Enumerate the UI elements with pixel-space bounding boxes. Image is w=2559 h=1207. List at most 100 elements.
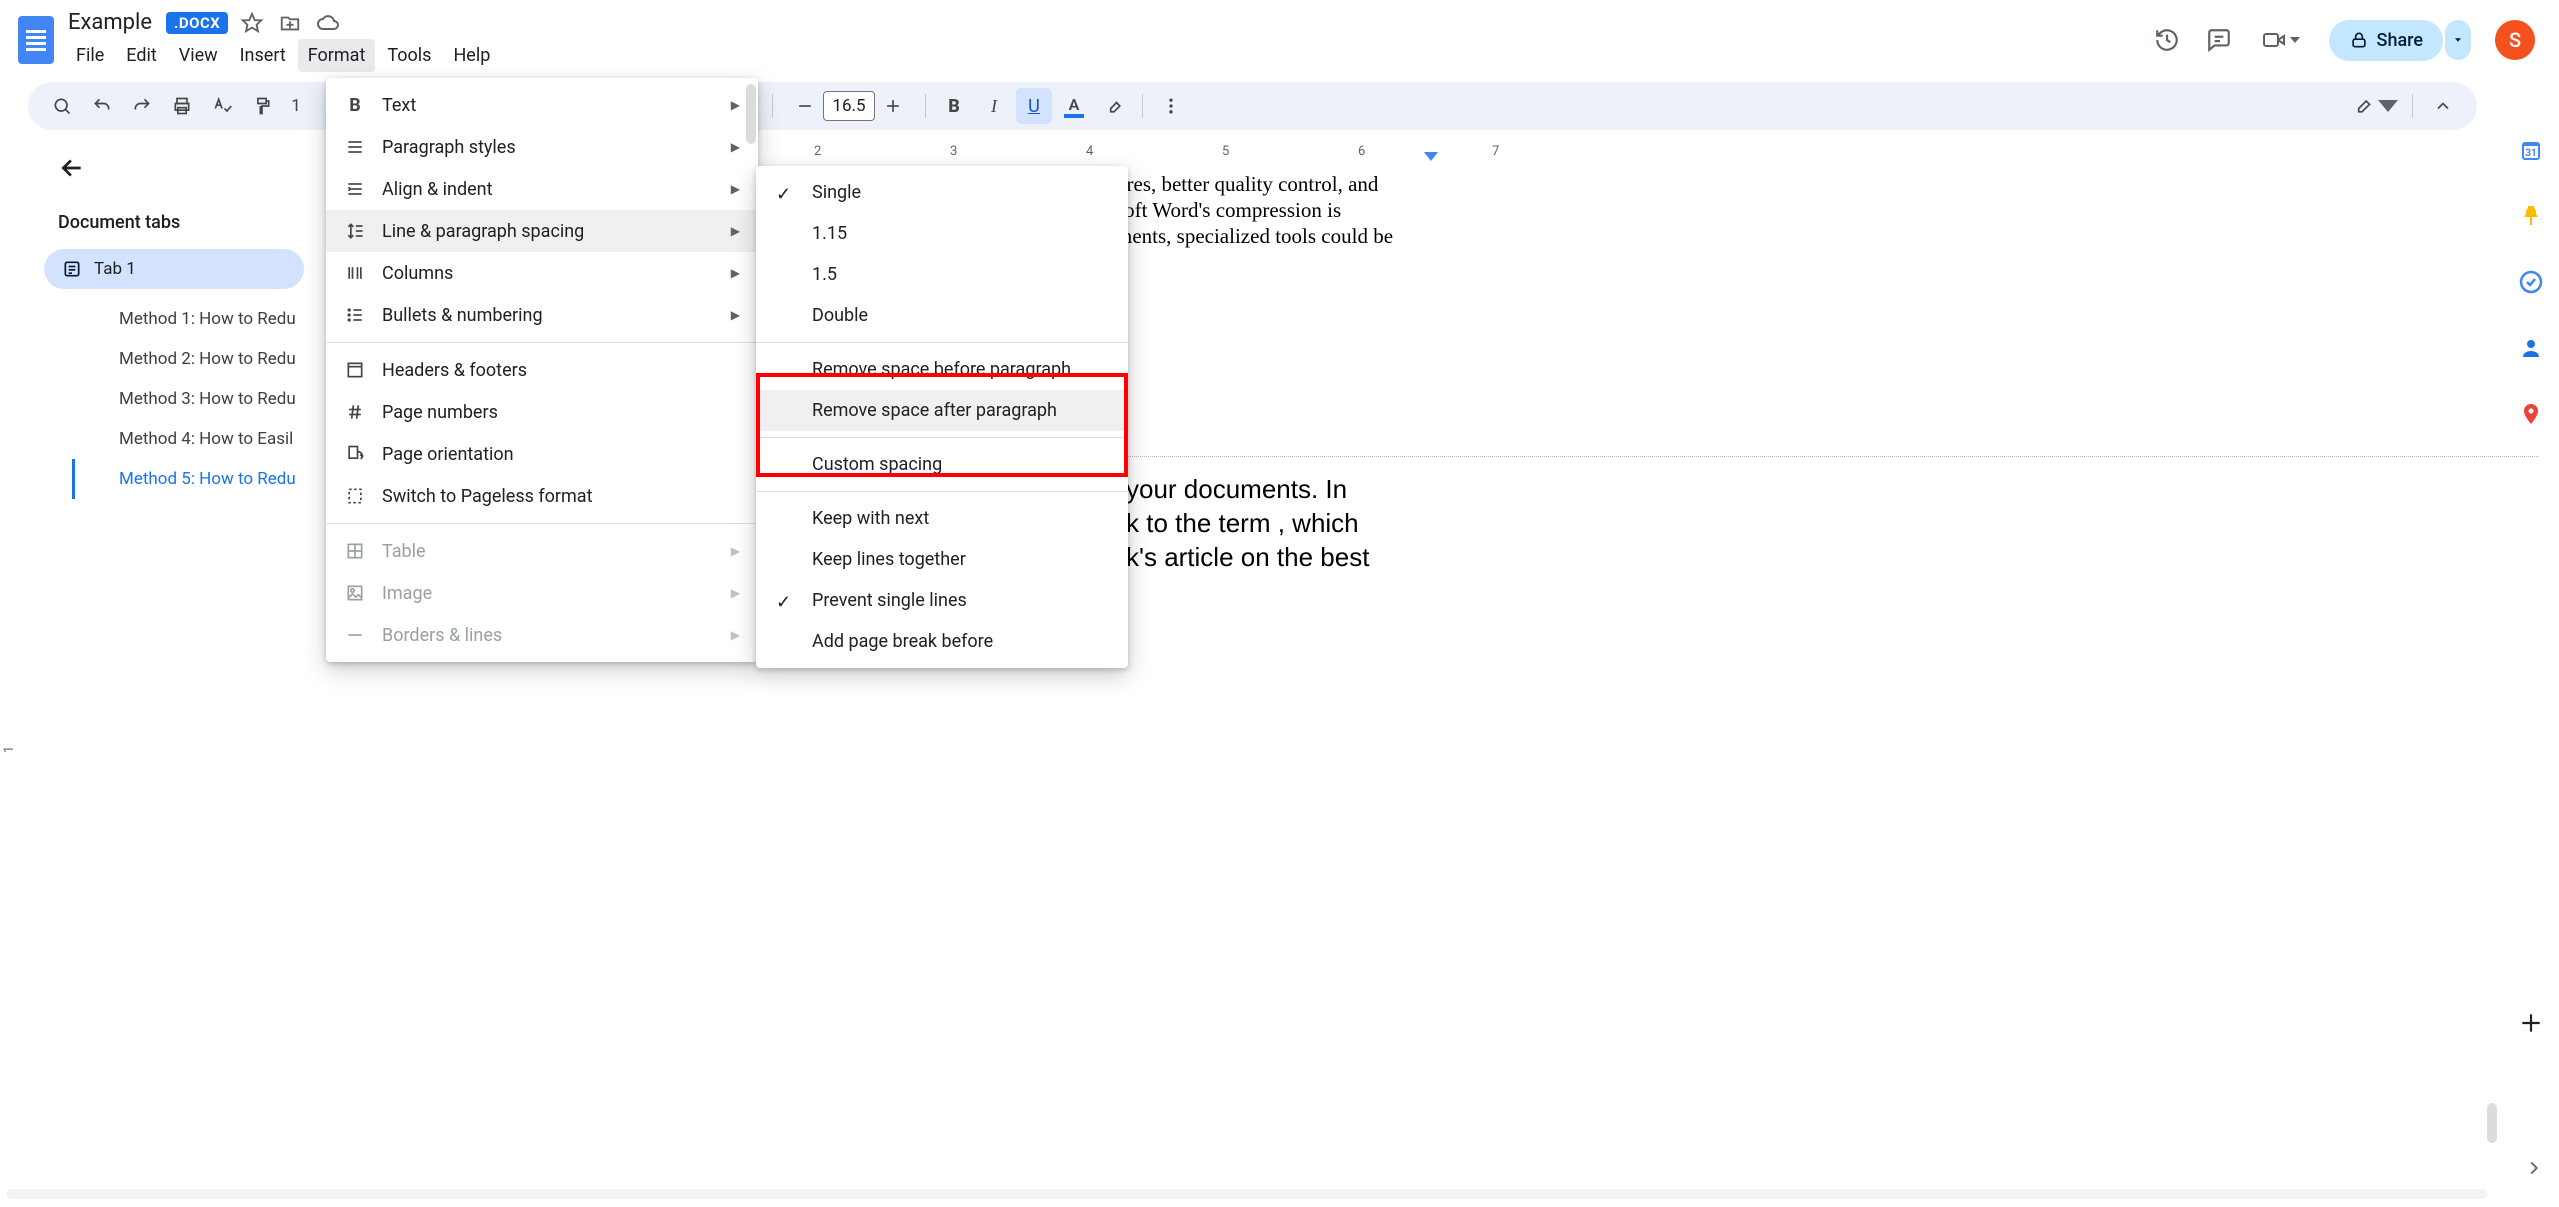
spacing-remove-before[interactable]: Remove space before paragraph: [756, 349, 1128, 390]
menu-file[interactable]: File: [66, 39, 114, 72]
spacing-15[interactable]: 1.5: [756, 254, 1128, 295]
font-size-input[interactable]: 16.5: [823, 91, 875, 121]
more-toolbar-icon[interactable]: [1153, 88, 1189, 124]
account-avatar[interactable]: S: [2495, 20, 2535, 60]
menu-format[interactable]: Format: [298, 39, 376, 72]
meet-icon[interactable]: [2257, 26, 2305, 54]
docs-logo[interactable]: [16, 13, 56, 67]
menu-label: Page orientation: [382, 444, 514, 465]
chevron-right-icon: ▶: [731, 98, 740, 112]
chevron-right-icon: ▶: [731, 266, 740, 280]
spacing-keep-next[interactable]: Keep with next: [756, 498, 1128, 539]
tab-chip-label: Tab 1: [94, 259, 136, 279]
search-menus-icon[interactable]: [44, 88, 80, 124]
calendar-icon[interactable]: 31: [2511, 130, 2551, 170]
editing-mode-button[interactable]: [2350, 88, 2400, 124]
format-columns[interactable]: Columns▶: [326, 252, 758, 294]
outline-item[interactable]: Method 3: How to Redu: [72, 379, 326, 419]
outline-item[interactable]: Method 2: How to Redu: [72, 339, 326, 379]
menu-tools[interactable]: Tools: [377, 39, 441, 72]
side-panel: 31: [2503, 120, 2559, 1203]
ruler-tick: 3: [950, 144, 957, 159]
menubar: File Edit View Insert Format Tools Help: [64, 39, 500, 72]
menu-label: Keep lines together: [812, 549, 966, 570]
bold-button[interactable]: B: [936, 88, 972, 124]
text-color-button[interactable]: A: [1056, 88, 1092, 124]
menu-edit[interactable]: Edit: [116, 39, 166, 72]
menu-view[interactable]: View: [169, 39, 228, 72]
increase-font-size[interactable]: [875, 88, 911, 124]
svg-text:31: 31: [2525, 148, 2536, 159]
spacing-custom[interactable]: Custom spacing: [756, 444, 1128, 485]
menu-help[interactable]: Help: [443, 39, 500, 72]
format-line-spacing[interactable]: Line & paragraph spacing ▶: [326, 210, 758, 252]
tasks-icon[interactable]: [2511, 262, 2551, 302]
format-align-indent[interactable]: Align & indent▶: [326, 168, 758, 210]
highlight-button[interactable]: [1096, 88, 1132, 124]
menu-insert[interactable]: Insert: [230, 39, 296, 72]
align-icon: [344, 178, 366, 200]
contacts-icon[interactable]: [2511, 328, 2551, 368]
print-icon[interactable]: [164, 88, 200, 124]
spacing-keep-together[interactable]: Keep lines together: [756, 539, 1128, 580]
indent-marker-icon[interactable]: [1424, 152, 1438, 161]
chevron-right-icon: ▶: [731, 182, 740, 196]
format-paragraph-styles[interactable]: Paragraph styles▶: [326, 126, 758, 168]
horizontal-scrollbar[interactable]: [6, 1189, 2487, 1199]
format-bullets-numbering[interactable]: Bullets & numbering▶: [326, 294, 758, 336]
star-icon[interactable]: [238, 9, 266, 37]
toolbar-separator: [1142, 94, 1143, 118]
maps-icon[interactable]: [2511, 394, 2551, 434]
underline-button[interactable]: U: [1016, 88, 1052, 124]
history-icon[interactable]: [2153, 26, 2181, 54]
redo-icon[interactable]: [124, 88, 160, 124]
comments-icon[interactable]: [2205, 26, 2233, 54]
body-text: ments, specialized tools could be: [1116, 224, 1393, 249]
format-text[interactable]: BText▶: [326, 84, 758, 126]
italic-button[interactable]: I: [976, 88, 1012, 124]
spellcheck-icon[interactable]: [204, 88, 240, 124]
menu-label: Single: [812, 182, 861, 203]
spacing-single[interactable]: ✓Single: [756, 172, 1128, 213]
spacing-remove-after[interactable]: Remove space after paragraph: [756, 390, 1128, 431]
menu-label: Borders & lines: [382, 625, 502, 646]
chevron-right-icon: ▶: [731, 586, 740, 600]
outline-item[interactable]: Method 4: How to Easil: [72, 419, 326, 459]
collapse-toolbar-icon[interactable]: [2425, 88, 2461, 124]
show-side-panel-icon[interactable]: [2523, 1157, 2545, 1179]
menu-label: 1.15: [812, 223, 847, 244]
share-dropdown[interactable]: [2445, 20, 2471, 60]
menu-label: Keep with next: [812, 508, 929, 529]
tab-chip[interactable]: Tab 1: [44, 249, 304, 289]
spacing-add-page-break[interactable]: Add page break before: [756, 621, 1128, 662]
decrease-font-size[interactable]: [787, 88, 823, 124]
chevron-right-icon: ▶: [731, 224, 740, 238]
format-page-orientation[interactable]: Page orientation: [326, 433, 758, 475]
spacing-prevent-single[interactable]: ✓Prevent single lines: [756, 580, 1128, 621]
format-borders-lines: Borders & lines▶: [326, 614, 758, 656]
outline-item[interactable]: Method 1: How to Redu: [72, 299, 326, 339]
vertical-scrollbar[interactable]: [2487, 1103, 2497, 1143]
outline-item-selected[interactable]: Method 5: How to Redu: [72, 459, 326, 499]
cloud-status-icon[interactable]: [314, 9, 342, 37]
format-headers-footers[interactable]: Headers & footers: [326, 349, 758, 391]
paint-format-icon[interactable]: [244, 88, 280, 124]
menu-label: Remove space after paragraph: [812, 400, 1057, 421]
back-arrow-icon[interactable]: [52, 148, 92, 188]
move-icon[interactable]: [276, 9, 304, 37]
add-panel-icon[interactable]: [2511, 1003, 2551, 1043]
spacing-115[interactable]: 1.15: [756, 213, 1128, 254]
orientation-icon: [344, 443, 366, 465]
panel-title: Document tabs: [44, 200, 326, 249]
spacing-double[interactable]: Double: [756, 295, 1128, 336]
document-title[interactable]: Example: [64, 8, 156, 37]
undo-icon[interactable]: [84, 88, 120, 124]
format-switch-pageless[interactable]: Switch to Pageless format: [326, 475, 758, 517]
share-label: Share: [2377, 30, 2423, 51]
format-page-numbers[interactable]: Page numbers: [326, 391, 758, 433]
headers-icon: [344, 359, 366, 381]
zoom-fragment[interactable]: 1: [284, 88, 308, 124]
share-button[interactable]: Share: [2329, 20, 2443, 61]
menu-label: Line & paragraph spacing: [382, 221, 584, 242]
keep-icon[interactable]: [2511, 196, 2551, 236]
